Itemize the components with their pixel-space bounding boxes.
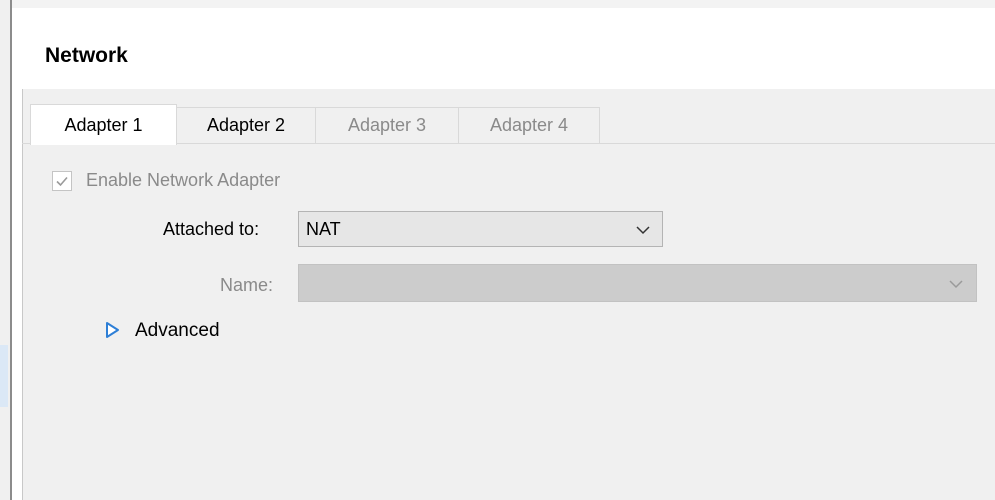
triangle-right-icon[interactable] (105, 321, 120, 339)
tab-adapter-4-label: Adapter 4 (489, 115, 569, 135)
tab-adapter-2-label: Adapter 2 (206, 115, 286, 135)
tab-adapter-3-label: Adapter 3 (347, 115, 427, 135)
attached-to-select[interactable]: NAT (298, 211, 663, 247)
settings-header (22, 17, 995, 89)
advanced-toggle[interactable]: Advanced (135, 320, 220, 342)
tab-adapter-1[interactable]: Adapter 1 (30, 104, 177, 145)
page-title: Network (45, 44, 128, 67)
tab-adapter-3[interactable]: Adapter 3 (315, 107, 459, 143)
chevron-down-icon (949, 280, 963, 289)
name-label: Name: (220, 275, 274, 295)
enable-adapter-checkbox[interactable] (52, 171, 72, 191)
name-select[interactable] (298, 264, 977, 302)
left-panel-edge (0, 0, 10, 500)
attached-to-label: Attached to: (163, 219, 260, 239)
attached-to-value: NAT (306, 219, 341, 239)
checkmark-icon (56, 176, 68, 187)
top-band (12, 0, 995, 8)
enable-adapter-label: Enable Network Adapter (86, 170, 281, 190)
chevron-down-icon (636, 226, 650, 235)
left-panel-divider (10, 0, 12, 500)
tab-adapter-1-label: Adapter 1 (64, 114, 143, 135)
left-panel-selection (0, 345, 8, 407)
tab-adapter-4[interactable]: Adapter 4 (458, 107, 600, 143)
tab-adapter-2[interactable]: Adapter 2 (176, 107, 316, 143)
content-border (22, 89, 23, 500)
